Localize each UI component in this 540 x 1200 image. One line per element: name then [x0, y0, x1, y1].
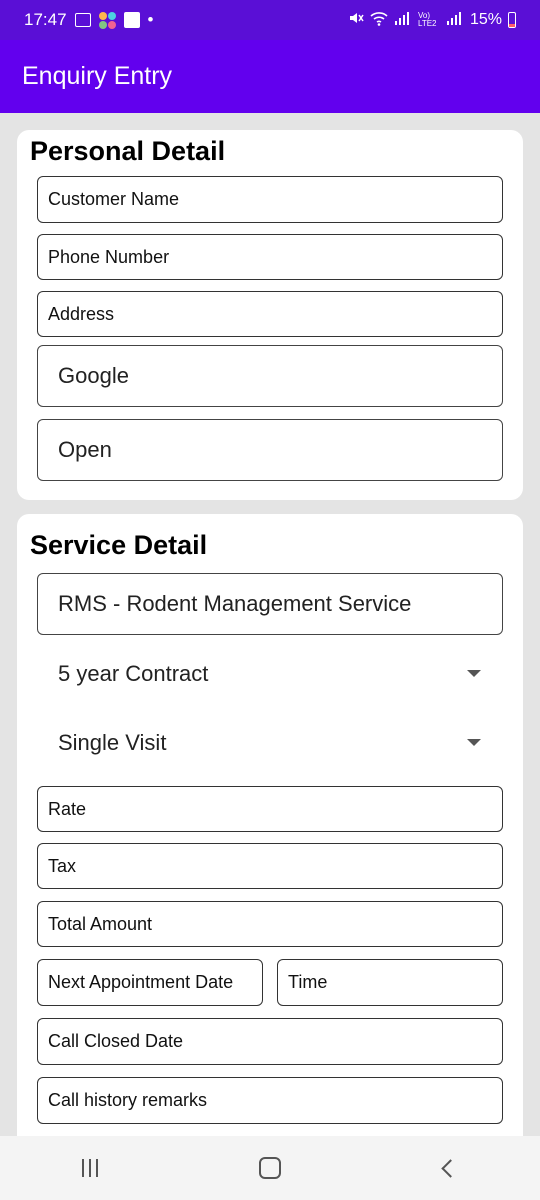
visit-value: Single Visit: [58, 730, 167, 755]
time-placeholder: Time: [288, 972, 328, 992]
lte-label: Vo) LTE2: [417, 11, 437, 28]
rate-field[interactable]: Rate: [37, 786, 503, 832]
next-appointment-placeholder: Next Appointment Date: [48, 972, 234, 992]
home-icon: [259, 1157, 281, 1179]
home-button[interactable]: [240, 1148, 300, 1188]
customer-name-field[interactable]: Customer Name: [37, 176, 503, 223]
rate-placeholder: Rate: [48, 798, 87, 819]
status-time: 17:47: [24, 10, 67, 29]
address-placeholder: Address: [48, 303, 115, 324]
tax-placeholder: Tax: [48, 855, 77, 876]
tax-field[interactable]: Tax: [37, 843, 503, 889]
service-type-field[interactable]: RMS - Rodent Management Service: [37, 573, 503, 635]
app-bar-title: Enquiry Entry: [22, 62, 173, 90]
phone-number-placeholder: Phone Number: [48, 246, 170, 267]
service-detail-card: Service Detail RMS - Rodent Management S…: [17, 514, 523, 1136]
total-amount-field[interactable]: Total Amount: [37, 901, 503, 947]
service-detail-title: Service Detail: [30, 530, 208, 560]
signal-icon-2: [446, 10, 464, 31]
gallery-icon: [74, 13, 91, 27]
dropdown-arrow-icon: [467, 670, 481, 677]
recents-button[interactable]: [60, 1148, 120, 1188]
wifi-icon: [370, 10, 388, 31]
personal-detail-card: Personal Detail Customer Name Phone Numb…: [17, 130, 523, 500]
call-history-remarks-field[interactable]: Call history remarks: [37, 1077, 503, 1124]
dropdown-arrow-icon: [467, 739, 481, 746]
back-icon: [440, 1158, 460, 1178]
call-closed-date-field[interactable]: Call Closed Date: [37, 1018, 503, 1065]
call-closed-date-placeholder: Call Closed Date: [48, 1031, 184, 1051]
total-amount-placeholder: Total Amount: [48, 913, 153, 934]
source-value: Google: [58, 363, 129, 388]
notification-dot: •: [147, 10, 154, 29]
visit-dropdown[interactable]: Single Visit: [37, 713, 503, 773]
source-field[interactable]: Google: [37, 345, 503, 407]
app-grid-icon: [98, 11, 116, 29]
notification-app-icon: [123, 12, 140, 28]
personal-detail-title: Personal Detail: [30, 136, 226, 166]
service-type-value: RMS - Rodent Management Service: [58, 591, 412, 616]
contract-dropdown[interactable]: 5 year Contract: [37, 644, 503, 704]
back-button[interactable]: [420, 1148, 480, 1188]
status-value: Open: [58, 437, 112, 462]
system-navigation-bar: [0, 1136, 540, 1200]
mute-icon: [348, 10, 364, 31]
recents-icon: [82, 1159, 98, 1177]
call-history-placeholder: Call history remarks: [48, 1090, 208, 1110]
contract-value: 5 year Contract: [58, 661, 209, 686]
battery-icon: [508, 12, 516, 28]
customer-name-placeholder: Customer Name: [48, 189, 180, 209]
battery-percent: 15%: [469, 11, 502, 28]
time-field[interactable]: Time: [277, 959, 503, 1006]
next-appointment-date-field[interactable]: Next Appointment Date: [37, 959, 263, 1006]
phone-number-field[interactable]: Phone Number: [37, 234, 503, 280]
status-field[interactable]: Open: [37, 419, 503, 481]
address-field[interactable]: Address: [37, 291, 503, 337]
app-bar: Enquiry Entry: [0, 40, 540, 113]
signal-icon: [394, 10, 412, 31]
status-bar: 17:47 • Vo) LTE2 15%: [0, 0, 540, 40]
